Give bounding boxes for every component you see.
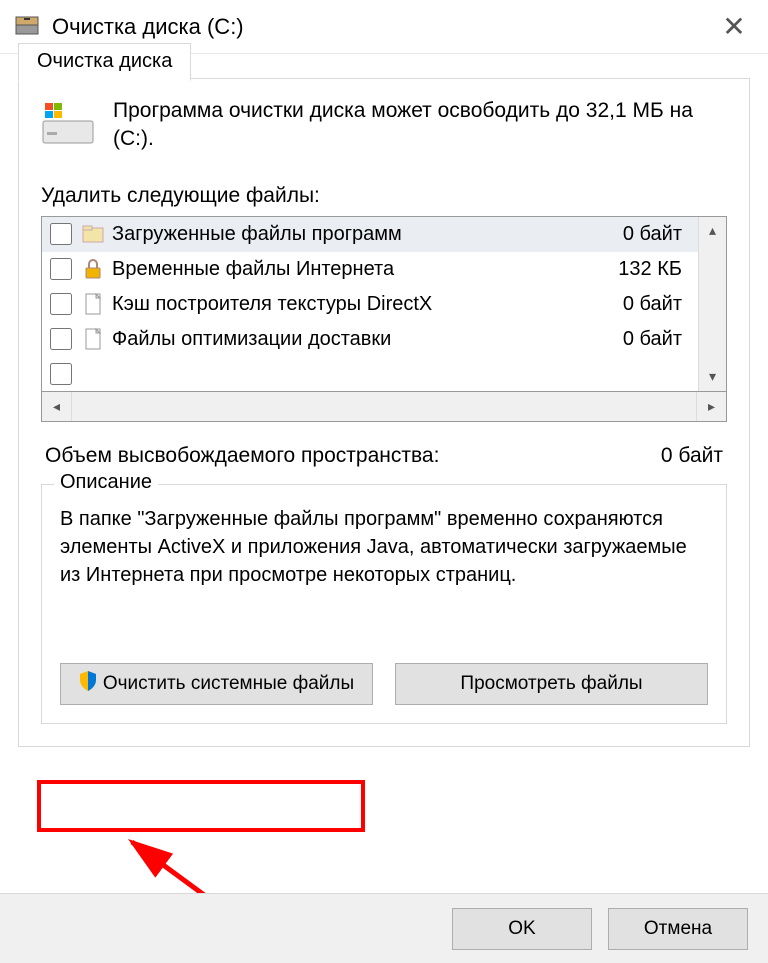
scroll-left-icon[interactable]: ◂ — [42, 392, 72, 421]
scroll-right-icon[interactable]: ▸ — [696, 392, 726, 421]
description-title: Описание — [54, 471, 158, 494]
close-button[interactable]: ✕ — [714, 10, 754, 43]
shield-icon — [79, 671, 97, 697]
scroll-down-icon[interactable]: ▾ — [699, 363, 726, 391]
list-content: Загруженные файлы программ 0 байт Времен… — [42, 217, 698, 391]
file-icon — [80, 291, 106, 317]
list-item[interactable]: Кэш построителя текстуры DirectX 0 байт — [42, 287, 698, 322]
button-label: Просмотреть файлы — [460, 673, 642, 695]
item-checkbox[interactable] — [50, 363, 72, 385]
list-item[interactable] — [42, 357, 698, 391]
description-group: Описание В папке "Загруженные файлы прог… — [41, 484, 727, 724]
files-listbox[interactable]: Загруженные файлы программ 0 байт Времен… — [41, 216, 727, 392]
list-item[interactable]: Файлы оптимизации доставки 0 байт — [42, 322, 698, 357]
drive-windows-icon — [41, 101, 95, 153]
folder-icon — [80, 221, 106, 247]
item-name: Загруженные файлы программ — [112, 223, 623, 246]
cancel-button[interactable]: Отмена — [608, 908, 748, 950]
ok-button[interactable]: OK — [452, 908, 592, 950]
main-panel: Очистка диска Программа очистки диска мо… — [18, 78, 750, 747]
free-space-summary: Объем высвобождаемого пространства: 0 ба… — [45, 444, 723, 468]
horizontal-scrollbar[interactable]: ◂ ▸ — [41, 392, 727, 422]
item-checkbox[interactable] — [50, 258, 72, 280]
item-checkbox[interactable] — [50, 293, 72, 315]
item-checkbox[interactable] — [50, 328, 72, 350]
scroll-track[interactable] — [699, 245, 726, 363]
window-title: Очистка диска (C:) — [52, 14, 714, 40]
drive-icon — [14, 11, 40, 43]
description-body: В папке "Загруженные файлы программ" вре… — [60, 505, 708, 589]
annotation-highlight — [37, 780, 365, 832]
info-text: Программа очистки диска может освободить… — [113, 97, 727, 154]
item-size: 0 байт — [623, 293, 692, 316]
file-icon — [80, 326, 106, 352]
tab-cleanup[interactable]: Очистка диска — [18, 43, 191, 81]
list-item[interactable]: Загруженные файлы программ 0 байт — [42, 217, 698, 252]
item-name: Файлы оптимизации доставки — [112, 328, 623, 351]
summary-label: Объем высвобождаемого пространства: — [45, 444, 439, 468]
info-row: Программа очистки диска может освободить… — [41, 97, 727, 154]
tab-strip: Очистка диска — [18, 43, 191, 81]
list-item[interactable]: Временные файлы Интернета 132 КБ — [42, 252, 698, 287]
item-size: 0 байт — [623, 328, 692, 351]
files-list-label: Удалить следующие файлы: — [41, 184, 727, 208]
item-name: Временные файлы Интернета — [112, 258, 618, 281]
button-label: Очистить системные файлы — [103, 673, 354, 695]
view-files-button[interactable]: Просмотреть файлы — [395, 663, 708, 705]
button-row: Очистить системные файлы Просмотреть фай… — [60, 663, 708, 705]
item-checkbox[interactable] — [50, 223, 72, 245]
cleanup-system-files-button[interactable]: Очистить системные файлы — [60, 663, 373, 705]
summary-value: 0 байт — [661, 444, 723, 468]
item-size: 132 КБ — [618, 258, 692, 281]
scroll-track[interactable] — [72, 392, 696, 421]
lock-icon — [80, 256, 106, 282]
scroll-up-icon[interactable]: ▴ — [699, 217, 726, 245]
vertical-scrollbar[interactable]: ▴ ▾ — [698, 217, 726, 391]
item-size: 0 байт — [623, 223, 692, 246]
dialog-footer: OK Отмена — [0, 893, 768, 963]
item-name: Кэш построителя текстуры DirectX — [112, 293, 623, 316]
